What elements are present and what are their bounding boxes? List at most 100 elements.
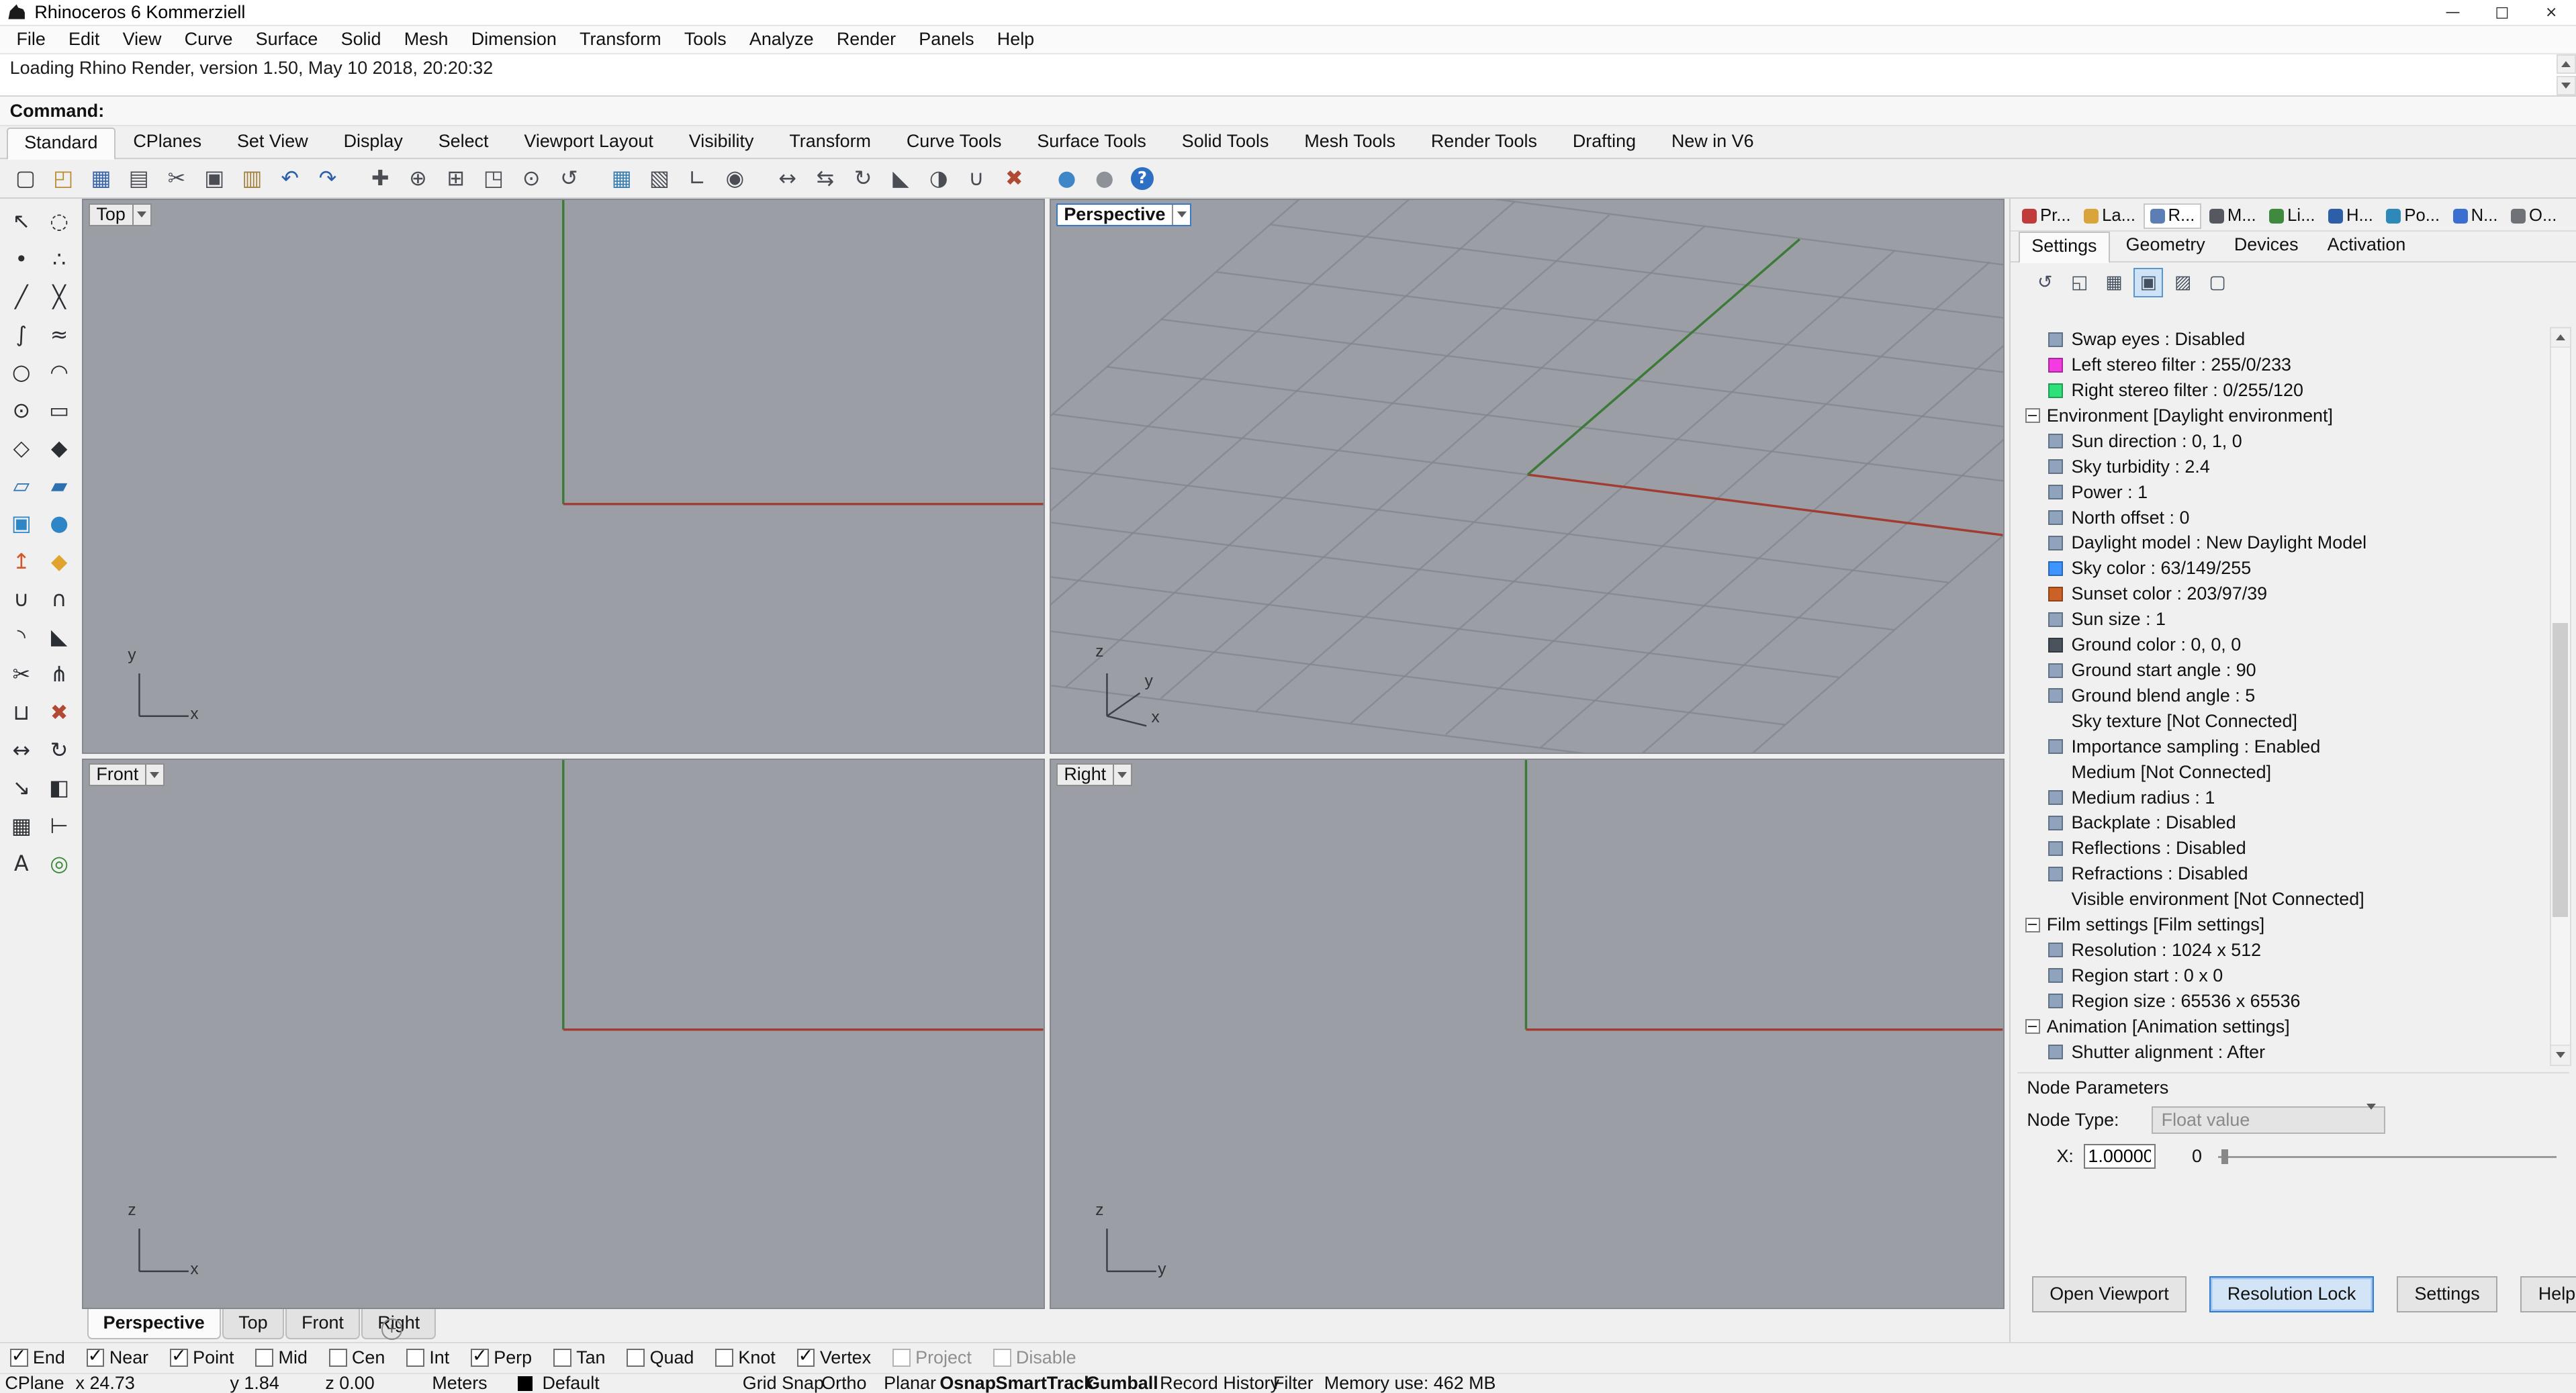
trim-icon[interactable]: ✂ bbox=[3, 657, 40, 693]
viewport-right-title[interactable]: Right bbox=[1056, 763, 1132, 787]
tab-geometry[interactable]: Geometry bbox=[2113, 230, 2218, 261]
toolbar-tab-render-tools[interactable]: Render Tools bbox=[1413, 126, 1555, 158]
tree-row[interactable]: Visible environment [Not Connected] bbox=[2022, 887, 2546, 912]
viewport-right[interactable]: Right z y bbox=[1050, 759, 2005, 1309]
checkbox-icon[interactable] bbox=[328, 1349, 347, 1367]
x-value-input[interactable] bbox=[2083, 1143, 2156, 1169]
explode-icon[interactable]: ✖ bbox=[997, 161, 1031, 195]
restore-defaults-icon[interactable]: ↺ bbox=[2030, 268, 2060, 297]
toolbar-tab-select[interactable]: Select bbox=[420, 126, 506, 158]
toolbar-tab-transform[interactable]: Transform bbox=[772, 126, 889, 158]
memory-use[interactable]: Memory use: 462 MB bbox=[1324, 1374, 1496, 1392]
tab-activation[interactable]: Activation bbox=[2315, 230, 2419, 261]
close-button[interactable]: × bbox=[2527, 0, 2576, 25]
scale-icon[interactable]: ↘ bbox=[3, 770, 40, 806]
maximize-button[interactable]: □ bbox=[2477, 0, 2526, 25]
scroll-down-icon[interactable] bbox=[2550, 1045, 2570, 1065]
checkbox-icon[interactable] bbox=[553, 1349, 571, 1367]
split-icon[interactable]: ⋔ bbox=[41, 657, 77, 693]
filter-toggle[interactable]: Filter bbox=[1273, 1374, 1314, 1392]
pan-view-icon[interactable]: ✚ bbox=[363, 161, 397, 195]
toolbar-tab-drafting[interactable]: Drafting bbox=[1555, 126, 1653, 158]
menu-edit[interactable]: Edit bbox=[57, 26, 111, 54]
tree-row[interactable]: Swap eyes : Disabled bbox=[2022, 327, 2546, 352]
menu-solid[interactable]: Solid bbox=[330, 26, 393, 54]
smarttrack-toggle[interactable]: SmartTrack bbox=[996, 1374, 1095, 1392]
osnap-disable-checkbox[interactable]: Disable bbox=[993, 1347, 1076, 1368]
join-curves-icon[interactable]: ⊔ bbox=[3, 695, 40, 731]
tree-row[interactable]: Sky texture [Not Connected] bbox=[2022, 708, 2546, 734]
tab-devices[interactable]: Devices bbox=[2221, 230, 2311, 261]
gumball-icon[interactable]: ◎ bbox=[41, 846, 77, 882]
collapse-icon[interactable] bbox=[2025, 917, 2040, 932]
dimension-icon[interactable]: ⊢ bbox=[41, 808, 77, 845]
active-layer-pane[interactable]: Default bbox=[517, 1374, 600, 1392]
tree-row[interactable]: Ground start angle : 90 bbox=[2022, 658, 2546, 683]
new-file-icon[interactable]: ▢ bbox=[8, 161, 42, 195]
tree-row[interactable]: Environment [Daylight environment] bbox=[2022, 403, 2546, 429]
tree-row[interactable]: Animation [Animation settings] bbox=[2022, 1014, 2546, 1039]
boolean-union-icon[interactable]: ∪ bbox=[3, 581, 40, 618]
chevron-down-icon[interactable] bbox=[1172, 204, 1190, 226]
post-effects-panel-tab[interactable]: Po... bbox=[2381, 205, 2444, 228]
osnap-project-checkbox[interactable]: Project bbox=[892, 1347, 972, 1368]
menu-analyze[interactable]: Analyze bbox=[738, 26, 825, 54]
extrude-icon[interactable]: ↥ bbox=[3, 544, 40, 580]
planar-toggle[interactable]: Planar bbox=[884, 1374, 936, 1392]
checkbox-icon[interactable] bbox=[255, 1349, 274, 1367]
open-preset-icon[interactable]: ◱ bbox=[2065, 268, 2095, 297]
osnap-quad-checkbox[interactable]: Quad bbox=[627, 1347, 694, 1368]
toolbar-tab-cplanes[interactable]: CPlanes bbox=[116, 126, 220, 158]
checkbox-icon[interactable] bbox=[471, 1345, 489, 1367]
checkbox-icon[interactable] bbox=[715, 1349, 734, 1367]
tree-row[interactable]: Medium [Not Connected] bbox=[2022, 759, 2546, 785]
viewport-perspective-title[interactable]: Perspective bbox=[1056, 203, 1192, 227]
copy-settings-icon[interactable]: ▣ bbox=[2133, 267, 2164, 297]
scrollbar-thumb[interactable] bbox=[2552, 622, 2569, 918]
rendering-panel-tab[interactable]: R... bbox=[2144, 203, 2201, 229]
layers-panel-tab[interactable]: La... bbox=[2079, 205, 2141, 228]
toolbar-tab-display[interactable]: Display bbox=[326, 126, 420, 158]
cplane-icon[interactable]: ∟ bbox=[680, 161, 715, 195]
menu-curve[interactable]: Curve bbox=[173, 26, 244, 54]
viewport-front[interactable]: Front z x bbox=[82, 759, 1045, 1309]
chevron-down-icon[interactable] bbox=[1112, 765, 1131, 785]
menu-render[interactable]: Render bbox=[825, 26, 907, 54]
osnap-vertex-checkbox[interactable]: Vertex bbox=[796, 1345, 871, 1368]
interpolate-curve-icon[interactable]: ≈ bbox=[41, 317, 77, 353]
tree-row[interactable]: North offset : 0 bbox=[2022, 505, 2546, 530]
cut-icon[interactable]: ✂ bbox=[159, 161, 193, 195]
chevron-down-icon[interactable] bbox=[132, 204, 150, 226]
preview-image-icon[interactable]: ▨ bbox=[2168, 268, 2198, 297]
scale-icon[interactable]: ◣ bbox=[884, 161, 918, 195]
gumball-toggle[interactable]: Gumball bbox=[1086, 1374, 1158, 1392]
properties-panel-tab[interactable]: Pr... bbox=[2017, 205, 2076, 228]
tree-row[interactable]: Importance sampling : Enabled bbox=[2022, 734, 2546, 759]
tree-row[interactable]: Daylight model : New Daylight Model bbox=[2022, 530, 2546, 556]
cplane-pane[interactable]: CPlane bbox=[5, 1374, 64, 1392]
minimize-button[interactable]: — bbox=[2428, 0, 2477, 25]
solid-tools-icon[interactable]: ◆ bbox=[41, 544, 77, 580]
viewport-layout-icon[interactable]: ▦ bbox=[604, 161, 639, 195]
render-preview-icon[interactable]: ● bbox=[1050, 161, 1084, 195]
checkbox-icon[interactable] bbox=[169, 1345, 188, 1367]
checkbox-icon[interactable] bbox=[406, 1349, 424, 1367]
chevron-down-icon[interactable] bbox=[145, 765, 163, 785]
osnap-cen-checkbox[interactable]: Cen bbox=[328, 1347, 385, 1368]
command-history[interactable]: Loading Rhino Render, version 1.50, May … bbox=[0, 54, 2576, 97]
osnap-point-checkbox[interactable]: Point bbox=[169, 1345, 234, 1368]
object-snap-icon[interactable]: ◉ bbox=[718, 161, 752, 195]
lasso-select-icon[interactable]: ◌ bbox=[41, 203, 77, 240]
tree-row[interactable]: Sky turbidity : 2.4 bbox=[2022, 454, 2546, 479]
notes-panel-tab[interactable]: N... bbox=[2448, 205, 2503, 228]
viewport-top[interactable]: Top y x bbox=[82, 198, 1045, 754]
viewport-tab-top[interactable]: Top bbox=[222, 1308, 284, 1339]
print-icon[interactable]: ▤ bbox=[122, 161, 156, 195]
tree-row[interactable]: Sun size : 1 bbox=[2022, 607, 2546, 632]
osnap-int-checkbox[interactable]: Int bbox=[406, 1347, 449, 1368]
rotate-icon[interactable]: ↻ bbox=[41, 732, 77, 769]
scroll-up-icon[interactable] bbox=[2550, 328, 2570, 348]
menu-surface[interactable]: Surface bbox=[244, 26, 330, 54]
toolbar-tab-new-in-v6[interactable]: New in V6 bbox=[1654, 126, 1772, 158]
help-icon[interactable]: ? bbox=[1125, 161, 1159, 195]
